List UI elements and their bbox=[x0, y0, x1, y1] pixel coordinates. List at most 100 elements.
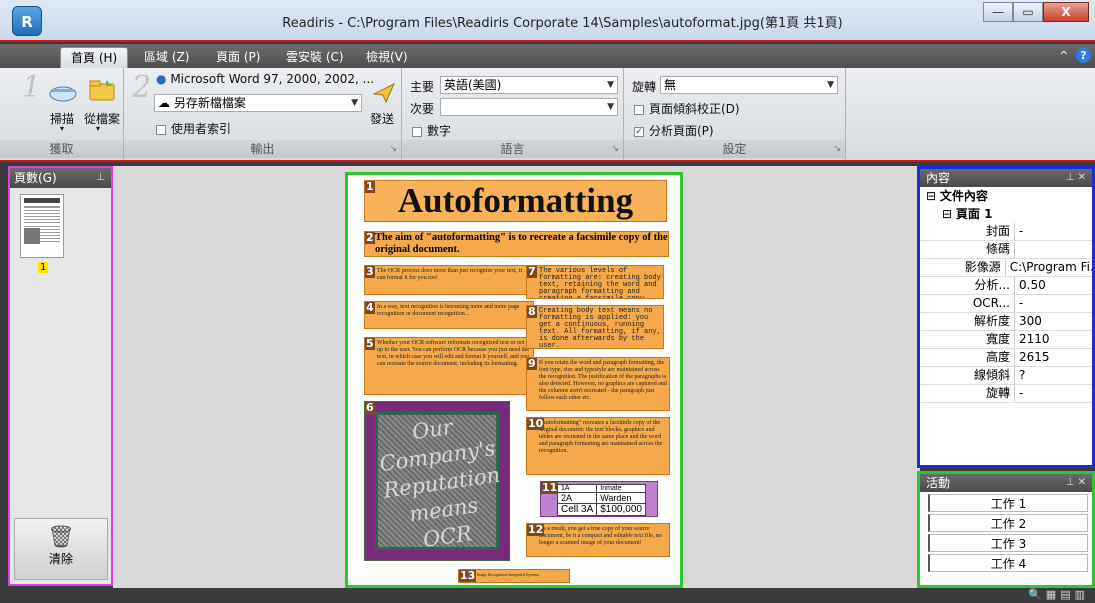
property-row[interactable]: 旋轉 - bbox=[920, 385, 1092, 403]
zone-3[interactable]: 3 The OCR process does more than just re… bbox=[364, 265, 534, 295]
page-thumbnail[interactable] bbox=[20, 194, 64, 258]
property-row[interactable]: 解析度 300 bbox=[920, 313, 1092, 331]
scanner-icon[interactable] bbox=[48, 80, 78, 104]
zone-4[interactable]: 4 In a way, text recognition is becoming… bbox=[364, 301, 534, 329]
zone-7[interactable]: 7 The various levels of formatting are: … bbox=[526, 265, 664, 299]
tab-home[interactable]: 首頁 (H) bbox=[60, 47, 129, 68]
ribbon-tabs: 首頁 (H) 區域 (Z) 頁面 (P) 雲安裝 (C) 檢視(V) ^ ? bbox=[0, 44, 1095, 68]
data-table: 1A Inmate 2A Warden Cell 3A $100,000 bbox=[556, 484, 646, 516]
zone-5[interactable]: 5 Whether your OCR software reformats re… bbox=[364, 337, 534, 395]
content-panel-header: 內容 ⊥ ✕ bbox=[920, 169, 1092, 187]
folder-icon[interactable] bbox=[88, 78, 116, 102]
dialog-launcher-icon[interactable]: ↘ bbox=[833, 140, 841, 158]
activity-panel: 活動 ⊥ ✕ 工作 1 工作 2 工作 3 工作 4 bbox=[917, 471, 1095, 588]
document-page[interactable]: 1 Autoformatting 2 The aim of "autoforma… bbox=[345, 172, 683, 588]
zone-9[interactable]: 9 If you retain the word and paragraph f… bbox=[526, 357, 670, 411]
window-controls: — ▭ X bbox=[983, 2, 1089, 22]
minimize-button[interactable]: — bbox=[983, 2, 1013, 22]
zone-text: The OCR process does more than just reco… bbox=[377, 268, 523, 281]
zone-number: 7 bbox=[527, 265, 537, 278]
send-button[interactable]: 發送 bbox=[370, 110, 394, 127]
step-number: 1 bbox=[22, 70, 42, 105]
rotate-select[interactable]: 無 ▼ bbox=[660, 76, 838, 94]
page-view-icon[interactable]: ▦ bbox=[1046, 588, 1060, 601]
group-label-output: 輸出 ↘ bbox=[124, 140, 401, 158]
task-item[interactable]: 工作 3 bbox=[928, 534, 1088, 552]
save-as-select[interactable]: ☁ 另存新檔檔案 ▼ bbox=[154, 94, 362, 112]
table-cell: Cell 3A bbox=[556, 503, 598, 516]
text-view-icon[interactable]: ▤ bbox=[1060, 588, 1074, 601]
help-icon[interactable]: ? bbox=[1076, 48, 1091, 63]
dialog-launcher-icon[interactable]: ↘ bbox=[389, 140, 397, 158]
output-format-selector[interactable]: ● Microsoft Word 97, 2000, 2002, ... bbox=[156, 72, 374, 86]
from-file-dropdown-icon[interactable]: ▾ bbox=[96, 124, 100, 133]
split-view-icon[interactable]: ▥ bbox=[1075, 588, 1089, 601]
title-bar: R Readiris - C:\Program Files\Readiris C… bbox=[0, 0, 1095, 42]
table-cell: $100,000 bbox=[596, 503, 646, 516]
document-title: Autoformatting bbox=[397, 181, 634, 220]
zone-number: 12 bbox=[527, 523, 545, 536]
property-row[interactable]: 分析... 0.50 bbox=[920, 277, 1092, 295]
content-panel: 內容 ⊥ ✕ ⊟ 文件內容 ⊟ 頁面 1 封面 - 條碼 影像源 C:\Program… bbox=[917, 166, 1095, 468]
close-button[interactable]: X bbox=[1043, 2, 1089, 22]
property-row[interactable]: 線傾斜? bbox=[920, 367, 1092, 385]
clear-button[interactable]: 🗑 清除 bbox=[14, 518, 108, 580]
property-row[interactable]: 影像源C:\Program Fi... bbox=[920, 259, 1092, 277]
scan-dropdown-icon[interactable]: ▾ bbox=[60, 124, 64, 133]
table-cell: Inmate bbox=[596, 484, 646, 493]
property-row[interactable]: 條碼 bbox=[920, 241, 1092, 259]
collapse-icon[interactable]: ⊟ bbox=[926, 189, 936, 203]
zone-text: "Autoformatting" recreates a facsimile c… bbox=[539, 420, 663, 454]
ribbon-help: ^ ? bbox=[1059, 48, 1091, 63]
collapse-ribbon-icon[interactable]: ^ bbox=[1059, 49, 1068, 62]
secondary-language-label: 次要 bbox=[410, 102, 435, 116]
image-zone-text: Our Company's Reputation means OCR bbox=[378, 414, 502, 552]
zone-text: The various levels of formatting are: cr… bbox=[539, 267, 661, 299]
page-number-badge: 1 bbox=[38, 262, 49, 273]
pin-close-icon[interactable]: ⊥ ✕ bbox=[1066, 169, 1086, 187]
tree-root[interactable]: ⊟ 文件內容 bbox=[920, 187, 1092, 205]
group-label-language: 語言 ↘ bbox=[402, 140, 623, 158]
pin-close-icon[interactable]: ⊥ ✕ bbox=[1066, 474, 1086, 492]
zone-number: 10 bbox=[527, 417, 545, 430]
readiris-logo-icon[interactable]: R bbox=[12, 6, 42, 36]
collapse-icon[interactable]: ⊟ bbox=[942, 207, 952, 221]
numbers-checkbox[interactable]: 數字 bbox=[412, 122, 451, 139]
zone-text: If you retain the word and paragraph for… bbox=[539, 360, 667, 401]
analyze-page-checkbox[interactable]: 分析頁面(P) bbox=[634, 122, 714, 139]
user-index-checkbox[interactable]: 使用者索引 bbox=[156, 120, 231, 137]
zone-2-intro[interactable]: 2 The aim of "autoformatting" is to recr… bbox=[364, 231, 669, 257]
maximize-button[interactable]: ▭ bbox=[1013, 2, 1043, 22]
pages-panel: 頁數(G) ⊥ 1 🗑 清除 bbox=[8, 166, 113, 586]
property-row[interactable]: OCR... - bbox=[920, 295, 1092, 313]
tab-view[interactable]: 檢視(V) bbox=[356, 47, 418, 68]
property-row[interactable]: 封面 - bbox=[920, 223, 1092, 241]
tab-page[interactable]: 頁面 (P) bbox=[206, 47, 270, 68]
zone-12[interactable]: 12 As a result, you get a true copy of y… bbox=[526, 523, 670, 557]
task-item[interactable]: 工作 4 bbox=[928, 554, 1088, 572]
deskew-checkbox[interactable]: 頁面傾斜校正(D) bbox=[634, 100, 740, 117]
from-file-button[interactable]: 從檔案 bbox=[84, 110, 120, 127]
property-row[interactable]: 寬度 2110 bbox=[920, 331, 1092, 349]
zone-number: 1 bbox=[365, 180, 375, 193]
zone-13-footer[interactable]: 13 Image Recognition Integrated Systems bbox=[458, 569, 570, 583]
zone-text: Creating body text means no formatting i… bbox=[539, 307, 661, 349]
task-item[interactable]: 工作 2 bbox=[928, 514, 1088, 532]
zone-10[interactable]: 10 "Autoformatting" recreates a facsimil… bbox=[526, 417, 670, 475]
send-icon[interactable] bbox=[372, 82, 396, 104]
primary-language-select[interactable]: 英語(美國) ▼ bbox=[440, 76, 618, 94]
zone-number: 8 bbox=[527, 305, 537, 318]
tree-page-node[interactable]: ⊟ 頁面 1 bbox=[920, 205, 1092, 223]
tab-cloud-install[interactable]: 雲安裝 (C) bbox=[276, 47, 354, 68]
dialog-launcher-icon[interactable]: ↘ bbox=[611, 140, 619, 158]
zone-11-table[interactable]: 11 1A Inmate 2A Warden Cell 3A $100,000 bbox=[540, 481, 658, 517]
zone-1-title[interactable]: 1 Autoformatting bbox=[364, 180, 667, 222]
zone-6-image[interactable]: 6 Our Company's Reputation means OCR bbox=[364, 401, 510, 561]
task-item[interactable]: 工作 1 bbox=[928, 494, 1088, 512]
secondary-language-select[interactable]: ▼ bbox=[440, 98, 618, 116]
zone-8[interactable]: 8 Creating body text means no formatting… bbox=[526, 305, 664, 349]
property-row[interactable]: 高度 2615 bbox=[920, 349, 1092, 367]
pin-icon[interactable]: ⊥ bbox=[96, 168, 105, 188]
zoom-icon[interactable]: 🔍 bbox=[1028, 588, 1046, 601]
tab-zones[interactable]: 區域 (Z) bbox=[134, 47, 199, 68]
